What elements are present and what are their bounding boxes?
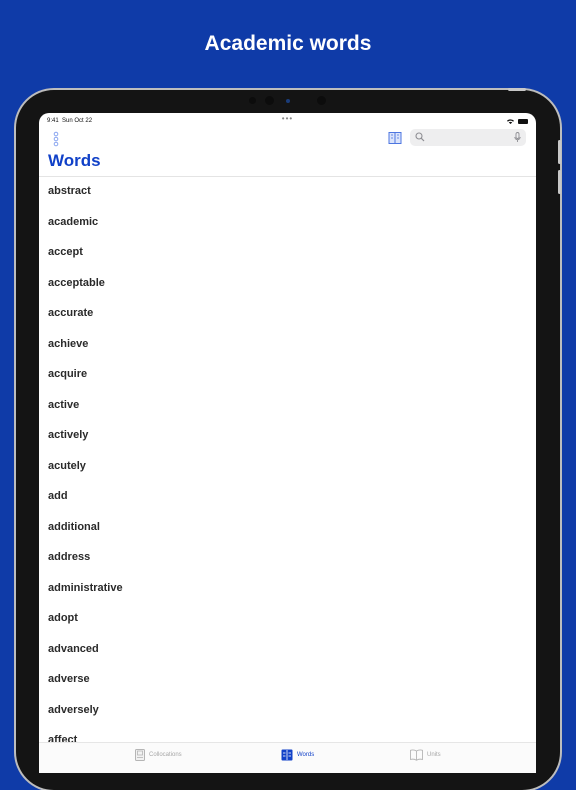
word-list-item[interactable]: academic (39, 207, 536, 238)
word-list-item[interactable]: advanced (39, 634, 536, 665)
search-input[interactable] (428, 129, 506, 146)
word-list-item[interactable]: achieve (39, 329, 536, 360)
search-field[interactable] (410, 129, 526, 146)
word-list-item[interactable]: active (39, 390, 536, 421)
status-time-date: 9:41 Sun Oct 22 (47, 118, 92, 124)
tab-bar: Collocations Words Units (39, 742, 536, 773)
word-list-item[interactable]: administrative (39, 573, 536, 604)
word-list-item[interactable]: actively (39, 420, 536, 451)
ellipsis-vertical-icon[interactable] (51, 131, 61, 147)
word-list-item[interactable]: adopt (39, 603, 536, 634)
battery-icon (518, 118, 528, 124)
word-list-item[interactable]: accept (39, 237, 536, 268)
tab-words[interactable]: Words (281, 749, 314, 761)
sensor (249, 97, 256, 104)
word-list-item[interactable]: acquire (39, 359, 536, 390)
camera (286, 99, 290, 103)
word-list-item[interactable]: accurate (39, 298, 536, 329)
toolbar (39, 129, 536, 149)
sensor (265, 96, 274, 105)
tab-label: Words (297, 752, 315, 758)
top-button (508, 88, 526, 91)
card-icon (135, 749, 145, 761)
volume-down-button (558, 170, 561, 194)
word-list-item[interactable]: adverse (39, 664, 536, 695)
sensor (317, 96, 326, 105)
word-list[interactable]: abstract academic accept acceptable accurate… (39, 176, 536, 743)
word-list-item[interactable]: abstract (39, 177, 536, 207)
book-columns-icon[interactable] (388, 131, 402, 145)
word-list-item[interactable]: address (39, 542, 536, 573)
search-icon (415, 132, 425, 142)
word-list-item[interactable]: affect (39, 725, 536, 743)
volume-up-button (558, 140, 561, 164)
page-title: Words (48, 151, 101, 170)
wifi-icon (507, 118, 514, 124)
word-list-item[interactable]: acceptable (39, 268, 536, 299)
word-list-item[interactable]: adversely (39, 695, 536, 726)
tab-label: Units (427, 752, 441, 758)
tab-label: Collocations (149, 752, 182, 758)
word-list-item[interactable]: add (39, 481, 536, 512)
status-date: Sun Oct 22 (62, 118, 93, 124)
word-list-item[interactable]: acutely (39, 451, 536, 482)
word-list-item[interactable]: additional (39, 512, 536, 543)
status-bar: 9:41 Sun Oct 22 ••• (47, 114, 528, 126)
app-screen: 9:41 Sun Oct 22 ••• Words abstract acade… (39, 113, 536, 773)
headline: Academic words (204, 32, 372, 55)
tab-collocations[interactable]: Collocations (135, 749, 182, 761)
open-book-icon (410, 749, 423, 761)
status-time: 9:41 (47, 118, 59, 124)
grid-book-icon (281, 749, 293, 761)
tab-units[interactable]: Units (410, 749, 441, 761)
multitasking-dots-icon[interactable]: ••• (282, 114, 293, 123)
microphone-icon[interactable] (514, 132, 521, 143)
